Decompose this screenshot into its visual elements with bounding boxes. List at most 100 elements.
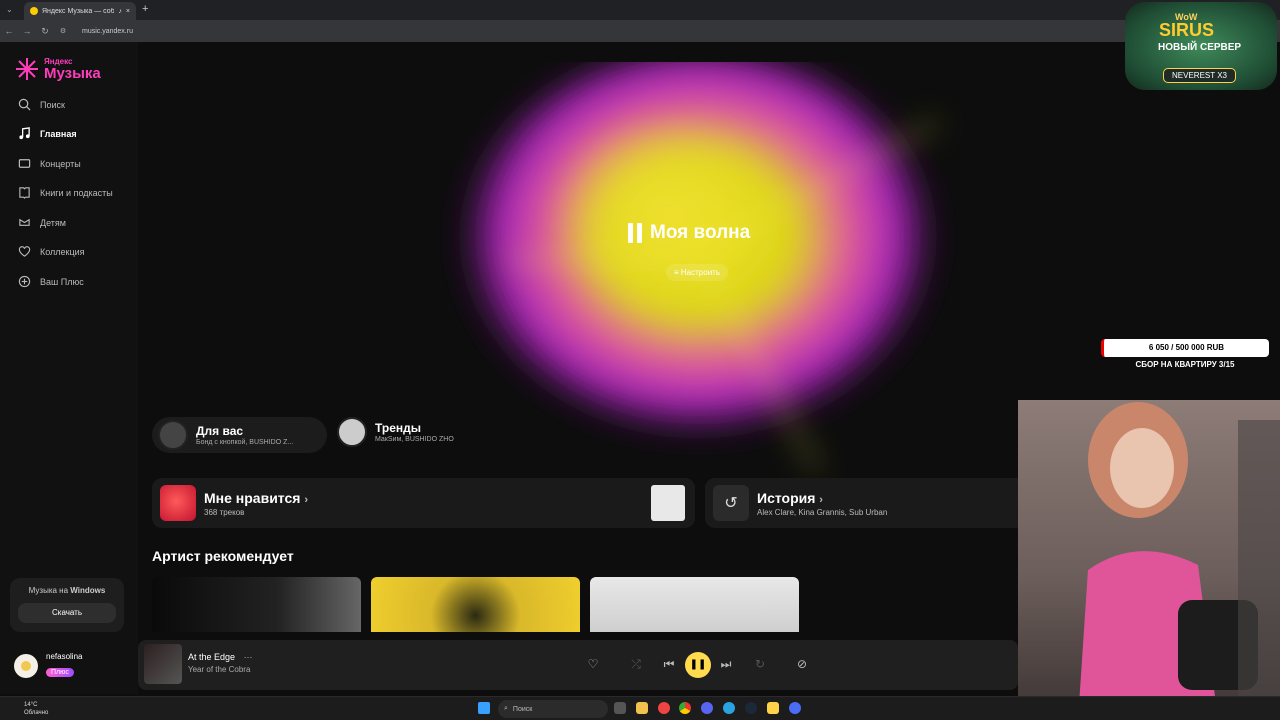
sidebar-item-concerts[interactable]: Концерты [18,157,81,170]
app-icon[interactable] [789,702,801,714]
history-title: История › [757,490,887,506]
history-icon: ↺ [713,485,749,521]
download-button[interactable]: Скачать [18,603,116,623]
like-icon[interactable]: ♡ [585,656,601,672]
artist-card[interactable] [371,577,580,632]
ticket-icon [18,159,31,168]
sidebar-item-label: Концерты [40,158,81,169]
webcam-illustration [1078,402,1280,720]
app-icon[interactable] [658,702,670,714]
back-icon[interactable]: ← [0,26,18,36]
sidebar-item-label: Детям [40,217,66,228]
sidebar-item-kids[interactable]: Детям [18,216,66,229]
pill-title: Для вас [196,424,244,438]
track-artist[interactable]: Year of the Cobra [188,665,250,674]
sidebar-item-label: Коллекция [40,246,85,257]
windows-start-icon[interactable] [478,702,490,714]
sidebar-item-plus[interactable]: Ваш Плюс [18,275,84,288]
app-icon[interactable] [767,702,779,714]
tab-title: Яндекс Музыка — собираем… [42,7,115,15]
history-card[interactable]: ↺ История › Alex Clare, Kina Grannis, Su… [705,478,1018,528]
sidebar-item-collection[interactable]: Коллекция [18,245,85,258]
plus-badge[interactable]: Плюс [46,668,74,677]
favicon-icon [30,7,38,15]
logo-big-text: Музыка [44,64,101,82]
taskbar-search-placeholder: Поиск [512,705,533,713]
chrome-icon[interactable] [679,702,691,714]
tune-wave-button[interactable]: ≡ Настроить [666,264,728,281]
steam-icon[interactable] [745,702,757,714]
sidebar-item-label: Книги и подкасты [40,187,113,198]
shuffle-icon[interactable]: ⤮ [628,656,644,672]
chevron-right-icon: › [819,493,823,506]
sirus-logo-text: SIRUS [1159,20,1215,40]
liked-title-text: Мне нравится [204,489,301,506]
taskbar-search[interactable]: ⌕ Поиск [498,700,608,718]
site-info-icon[interactable]: ⚙ [54,27,72,35]
sidebar-item-books[interactable]: Книги и подкасты [18,186,113,199]
sidebar-item-home[interactable]: Главная [18,127,77,140]
sidebar-item-label: Главная [40,128,77,139]
weather-widget[interactable]: 14°C Облачно [24,701,48,717]
sirus-banner: WoW SIRUS НОВЫЙ СЕРВЕР NEVEREST X3 [1125,2,1277,90]
browser-tab[interactable]: Яндекс Музыка — собираем… ♪ × [24,2,136,20]
previous-icon[interactable]: ⏮ [661,656,677,672]
trends-playlist[interactable]: Тренды МакSим, BUSHIDO ZHO [337,417,454,447]
pill-subtitle: МакSим, BUSHIDO ZHO [375,436,454,443]
realm-label: NEVEREST X3 [1163,68,1236,83]
track-cover[interactable] [144,644,182,684]
artist-card[interactable] [590,577,799,632]
music-note-icon [19,127,30,140]
weather-temp: 14°C [24,702,38,708]
history-title-text: История [757,489,816,506]
windows-app-promo: Музыка на Windows Скачать [10,578,124,632]
yandex-music-logo[interactable]: Яндекс Музыка [14,56,101,82]
liked-tracks-card[interactable]: Мне нравится › 368 треков [152,478,695,528]
url-field[interactable]: music.yandex.ru [82,28,133,35]
task-view-icon[interactable] [614,702,626,714]
more-options-icon[interactable]: ··· [244,652,253,662]
avatar[interactable] [14,653,38,678]
track-title[interactable]: At the Edge ··· [188,652,253,662]
repeat-icon[interactable]: ↻ [752,656,768,672]
new-server-text: НОВЫЙ СЕРВЕР [1158,42,1242,53]
player-bar: At the Edge ··· Year of the Cobra ♡ ⤮ ⏮ … [138,640,1018,690]
plus-icon [18,275,31,288]
sidebar: Яндекс Музыка Поиск Главная Концерты Кни… [0,42,138,694]
telegram-icon[interactable] [723,702,735,714]
next-icon[interactable]: ⏭ [718,656,734,672]
tab-close-icon[interactable]: × [126,8,130,15]
sidebar-item-search[interactable]: Поиск [18,98,65,111]
pause-button[interactable]: ❚❚ [685,652,711,678]
address-bar: ← → ↻ ⚙ music.yandex.ru [0,20,1280,42]
liked-count: 368 треков [204,507,245,517]
pill-subtitle: Бонд с кнопкой, BUSHIDO Z... [196,439,294,446]
tab-list-icon[interactable]: ⌄ [6,5,13,14]
file-explorer-icon[interactable] [636,702,648,714]
dislike-icon[interactable]: ⊘ [794,656,810,672]
user-profile[interactable]: nefasolina Плюс [14,652,82,679]
donation-goal-label: СБОР НА КВАРТИРУ 3/15 [1135,360,1235,369]
pause-icon [628,223,642,243]
my-wave-title: Моя волна [650,222,751,243]
tune-label: Настроить [680,268,720,277]
new-tab-button[interactable]: + [142,3,148,15]
discord-icon[interactable] [701,702,713,714]
artist-card[interactable] [152,577,361,632]
logo-star-icon [16,58,38,80]
liked-title: Мне нравится › [204,490,308,506]
windows-taskbar: 14°C Облачно ⌕ Поиск [0,696,1280,720]
heart-cover-icon [160,485,196,521]
sidebar-item-label: Ваш Плюс [40,276,84,287]
webcam-feed [1018,400,1280,720]
search-icon: ⌕ [504,705,508,712]
forward-icon[interactable]: → [18,26,36,36]
donation-progress-bar: 6 050 / 500 000 RUB [1101,339,1269,357]
for-you-playlist[interactable]: Для вас Бонд с кнопкой, BUSHIDO Z... [152,417,327,453]
browser-tab-bar: ⌄ Яндекс Музыка — собираем… ♪ × + [0,0,1280,20]
audio-icon[interactable]: ♪ [118,8,122,15]
playlist-cover [337,417,367,447]
reload-icon[interactable]: ↻ [36,26,54,37]
search-icon [18,98,31,111]
my-wave-button[interactable]: Моя волна [628,222,750,244]
